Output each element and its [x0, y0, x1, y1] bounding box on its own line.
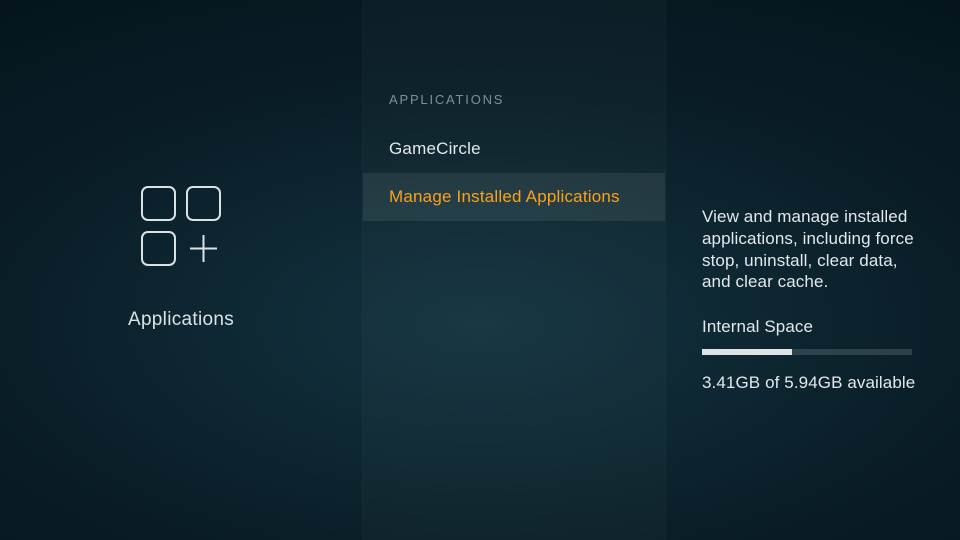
storage-bar-fill [702, 349, 792, 355]
storage-bar [702, 349, 912, 355]
applications-title: Applications [128, 309, 234, 331]
storage-text: 3.41GB of 5.94GB available [702, 373, 920, 393]
menu-item-manage-installed-applications[interactable]: Manage Installed Applications [363, 173, 665, 221]
menu-item-gamecircle[interactable]: GameCircle [363, 125, 665, 173]
left-pane: Applications [0, 0, 362, 540]
applications-icon [135, 180, 227, 277]
menu-header: APPLICATIONS [363, 0, 665, 125]
detail-pane: View and manage installed applications, … [666, 0, 960, 540]
storage-label: Internal Space [702, 317, 920, 337]
menu-pane: APPLICATIONS GameCircle Manage Installed… [362, 0, 666, 540]
item-description: View and manage installed applications, … [702, 206, 920, 293]
